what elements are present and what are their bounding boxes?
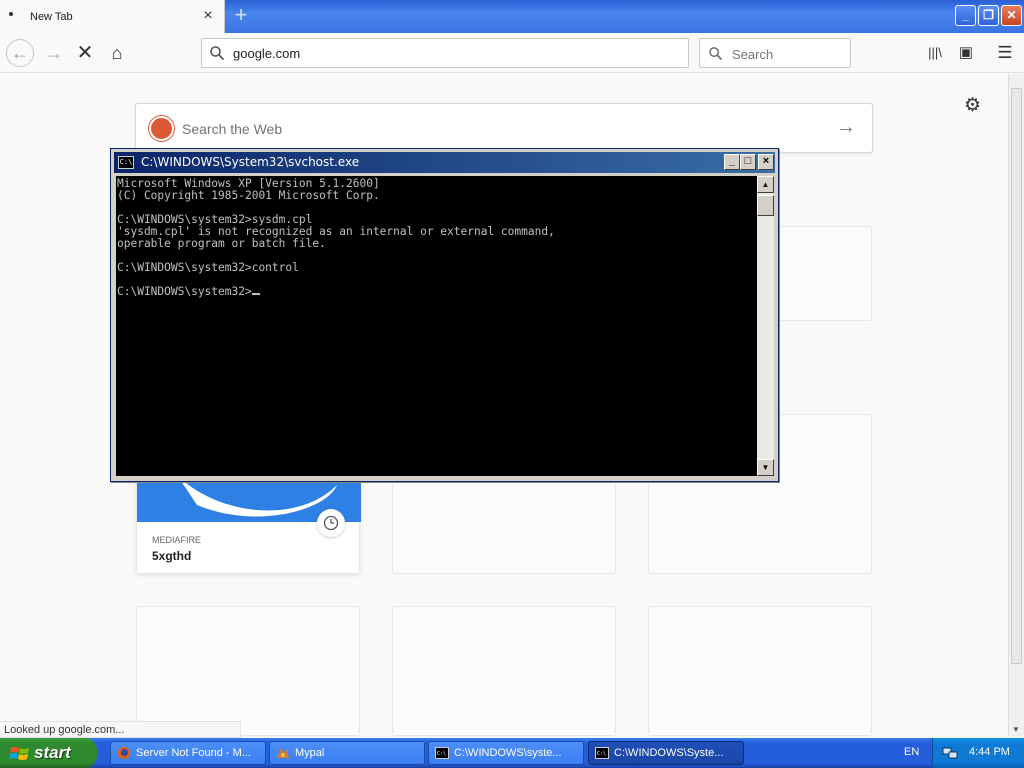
window-restore-button[interactable]: ❐ xyxy=(978,5,999,26)
search-bar[interactable]: Search xyxy=(699,38,851,68)
svg-text:C:\: C:\ xyxy=(597,751,606,757)
mypal-icon xyxy=(277,748,289,758)
window-close-button[interactable]: ✕ xyxy=(1001,5,1022,26)
clock[interactable]: 4:44 PM xyxy=(969,746,1010,758)
page-scrollbar[interactable]: ▼ xyxy=(1008,74,1024,736)
console-prompt: C:\WINDOWS\system32> xyxy=(117,285,252,298)
tab-new-tab[interactable]: New Tab × xyxy=(0,0,225,33)
console-scrollbar-thumb[interactable] xyxy=(757,195,774,216)
console-icon: C:\ xyxy=(118,156,134,169)
scroll-down-icon[interactable]: ▼ xyxy=(1012,725,1020,734)
start-button[interactable]: start xyxy=(0,738,97,768)
console-close-button[interactable]: × xyxy=(758,154,774,170)
url-text[interactable]: google.com xyxy=(233,46,300,61)
top-site-tile-empty[interactable] xyxy=(648,606,872,736)
url-bar[interactable]: google.com xyxy=(201,38,689,68)
console-line: operable program or batch file. xyxy=(117,237,326,250)
web-search-placeholder: Search the Web xyxy=(182,121,283,137)
web-search-box[interactable]: Search the Web → xyxy=(135,103,873,153)
console-window[interactable]: C:\ C:\WINDOWS\System32\svchost.exe _ □ … xyxy=(110,148,779,482)
tab-loading-icon xyxy=(9,12,13,16)
console-scrollbar[interactable]: ▲ ▼ xyxy=(757,176,774,476)
forward-button[interactable]: → xyxy=(40,39,68,67)
sidebar-button[interactable]: ▣ xyxy=(952,39,980,67)
navigation-toolbar: ← → ✕ ⌂ google.com Search |||\ ▣ ☰ xyxy=(0,33,1024,73)
taskbar-item-console-active[interactable]: C:\ C:\WINDOWS\Syste... xyxy=(588,741,744,765)
taskbar-item-label: Server Not Found - M... xyxy=(136,747,251,759)
library-button[interactable]: |||\ xyxy=(921,39,949,67)
gear-icon[interactable]: ⚙ xyxy=(964,94,981,117)
start-label: start xyxy=(34,743,71,762)
console-title: C:\WINDOWS\System32\svchost.exe xyxy=(141,155,360,169)
console-output[interactable]: Microsoft Windows XP [Version 5.1.2600] … xyxy=(116,176,757,476)
windows-logo-icon xyxy=(10,747,29,760)
top-site-host: MEDIAFIRE xyxy=(152,535,202,545)
console-icon: C:\ xyxy=(595,747,609,759)
menu-button[interactable]: ☰ xyxy=(991,39,1019,67)
tab-close-icon[interactable]: × xyxy=(200,8,216,24)
console-cursor xyxy=(251,293,260,295)
svg-text:C:\: C:\ xyxy=(437,751,446,757)
clock-icon xyxy=(323,515,339,531)
scroll-down-icon[interactable]: ▼ xyxy=(757,459,774,476)
search-placeholder: Search xyxy=(732,47,774,62)
firefox-icon xyxy=(118,747,130,759)
home-button[interactable]: ⌂ xyxy=(103,39,131,67)
history-badge xyxy=(317,509,345,537)
stop-button[interactable]: ✕ xyxy=(71,39,99,67)
search-icon xyxy=(210,46,225,61)
scroll-up-icon[interactable]: ▲ xyxy=(757,176,774,193)
console-line: (C) Copyright 1985-2001 Microsoft Corp. xyxy=(117,189,380,202)
language-indicator[interactable]: EN xyxy=(904,746,919,758)
console-line: C:\WINDOWS\system32>control xyxy=(117,261,299,274)
taskbar-item-console[interactable]: C:\ C:\WINDOWS\syste... xyxy=(428,741,584,765)
taskbar: start Server Not Found - M... Mypal C:\ … xyxy=(0,738,1024,768)
taskbar-item-label: Mypal xyxy=(295,747,325,759)
duckduckgo-logo-icon xyxy=(149,116,174,141)
console-icon: C:\ xyxy=(435,747,449,759)
top-site-tile-empty[interactable] xyxy=(136,606,360,736)
tab-title: New Tab xyxy=(30,11,73,23)
system-tray: 4:44 PM xyxy=(932,738,1024,768)
search-icon xyxy=(709,47,723,61)
web-search-submit-icon[interactable]: → xyxy=(836,116,856,139)
new-tab-button[interactable]: + xyxy=(229,4,253,28)
window-minimize-button[interactable]: _ xyxy=(955,5,976,26)
page-scrollbar-thumb[interactable] xyxy=(1011,88,1022,664)
top-site-title: 5xgthd xyxy=(152,549,192,563)
console-maximize-button[interactable]: □ xyxy=(740,154,756,170)
tab-strip: New Tab × + _ ❐ ✕ xyxy=(0,0,1024,33)
top-site-tile-empty[interactable] xyxy=(392,606,616,736)
taskbar-item-firefox[interactable]: Server Not Found - M... xyxy=(110,741,266,765)
status-bar: Looked up google.com... xyxy=(0,721,241,738)
console-title-bar[interactable]: C:\ C:\WINDOWS\System32\svchost.exe _ □ … xyxy=(114,152,775,173)
taskbar-item-mypal[interactable]: Mypal xyxy=(269,741,425,765)
taskbar-item-label: C:\WINDOWS\Syste... xyxy=(614,747,724,759)
back-button[interactable]: ← xyxy=(6,39,34,67)
console-minimize-button[interactable]: _ xyxy=(724,154,740,170)
taskbar-item-label: C:\WINDOWS\syste... xyxy=(454,747,562,759)
network-icon[interactable] xyxy=(942,746,958,760)
